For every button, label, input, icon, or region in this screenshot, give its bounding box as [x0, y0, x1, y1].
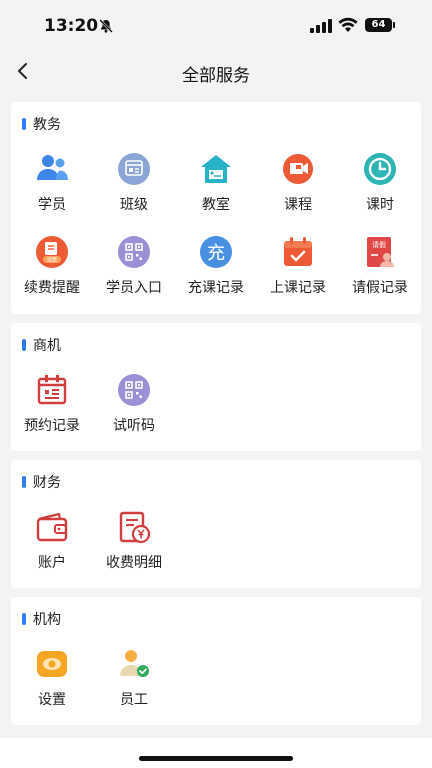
- section-accent-bar: [22, 118, 26, 130]
- leave-icon: 请假: [367, 237, 394, 267]
- service-item-students[interactable]: 学员: [11, 142, 93, 225]
- service-item-recharge-records[interactable]: 充 充课记录: [175, 225, 257, 308]
- section-title: 教务: [33, 117, 61, 133]
- service-label: 学员入口: [106, 280, 162, 296]
- section-title: 商机: [33, 338, 61, 354]
- staff-icon: [120, 650, 149, 677]
- service-item-trial-code[interactable]: 试听码: [93, 363, 175, 446]
- section-header: 机构: [11, 597, 421, 637]
- page-title: 全部服务: [182, 66, 250, 86]
- service-label: 课时: [366, 197, 394, 213]
- service-label: 账户: [38, 555, 66, 571]
- appointment-icon: [37, 375, 67, 405]
- section-organization: 机构 设置 员工: [11, 597, 421, 725]
- service-label: 教室: [202, 197, 230, 213]
- battery-indicator: 64: [365, 18, 395, 32]
- section-header: 教务: [11, 102, 421, 142]
- section-accent-bar: [22, 339, 26, 351]
- service-item-settings[interactable]: 设置: [11, 637, 93, 720]
- status-time: 13:20: [44, 16, 99, 36]
- service-label: 班级: [120, 197, 148, 213]
- service-label: 设置: [38, 692, 66, 708]
- service-item-classroom[interactable]: 教室: [175, 142, 257, 225]
- bill-icon: [119, 511, 151, 544]
- classroom-icon: [201, 155, 231, 183]
- calendar-icon: [284, 237, 312, 266]
- bell-muted-icon: [99, 19, 113, 33]
- service-item-lesson-hours[interactable]: 课时: [339, 142, 421, 225]
- section-academic: 教务 学员 班级 教室 课程 课时 续费 续费提醒 学员入口 充 充课记录 上课…: [11, 102, 421, 314]
- class-icon: [118, 153, 150, 185]
- recharge-icon: 充: [200, 236, 232, 268]
- bottom-safe-area: [0, 738, 432, 768]
- recharge-glyph: 充: [207, 243, 225, 264]
- section-accent-bar: [22, 476, 26, 488]
- service-item-student-entry[interactable]: 学员入口: [93, 225, 175, 308]
- service-label: 试听码: [113, 418, 155, 434]
- service-label: 学员: [38, 197, 66, 213]
- section-title: 财务: [33, 475, 61, 491]
- section-accent-bar: [22, 613, 26, 625]
- service-label: 续费提醒: [24, 280, 80, 296]
- settings-icon: [37, 651, 67, 677]
- wifi-icon: [338, 17, 358, 32]
- section-title: 机构: [33, 612, 61, 628]
- service-item-class[interactable]: 班级: [93, 142, 175, 225]
- nav-bar: 全部服务: [0, 48, 432, 94]
- section-opportunity: 商机 预约记录 试听码: [11, 323, 421, 451]
- status-bar: 13:20 64: [0, 0, 432, 48]
- service-label: 员工: [120, 692, 148, 708]
- service-label: 预约记录: [24, 418, 80, 434]
- service-item-renewal-reminder[interactable]: 续费 续费提醒: [11, 225, 93, 308]
- service-label: 上课记录: [270, 280, 326, 296]
- service-label: 充课记录: [188, 280, 244, 296]
- section-finance: 财务 账户 收费明细: [11, 460, 421, 588]
- wallet-icon: [36, 512, 68, 542]
- qr-icon: [118, 236, 150, 268]
- service-item-attendance-records[interactable]: 上课记录: [257, 225, 339, 308]
- service-label: 请假记录: [352, 280, 408, 296]
- course-icon: [283, 154, 313, 184]
- signal-icon: [310, 19, 332, 33]
- service-item-account[interactable]: 账户: [11, 500, 93, 583]
- trial-qr-icon: [118, 374, 150, 406]
- section-header: 财务: [11, 460, 421, 500]
- service-label: 课程: [284, 197, 312, 213]
- service-item-staff[interactable]: 员工: [93, 637, 175, 720]
- leave-glyph: 请假: [372, 240, 386, 249]
- students-icon: [37, 155, 68, 180]
- service-label: 收费明细: [106, 555, 162, 571]
- service-item-appointment-records[interactable]: 预约记录: [11, 363, 93, 446]
- service-item-payment-details[interactable]: 收费明细: [93, 500, 175, 583]
- renewal-badge-text: 续费: [47, 257, 57, 264]
- service-item-leave-records[interactable]: 请假 请假记录: [339, 225, 421, 308]
- clock-icon: [364, 153, 396, 185]
- service-item-course[interactable]: 课程: [257, 142, 339, 225]
- renewal-icon: 续费: [36, 236, 68, 268]
- section-header: 商机: [11, 323, 421, 363]
- home-indicator[interactable]: [139, 756, 293, 761]
